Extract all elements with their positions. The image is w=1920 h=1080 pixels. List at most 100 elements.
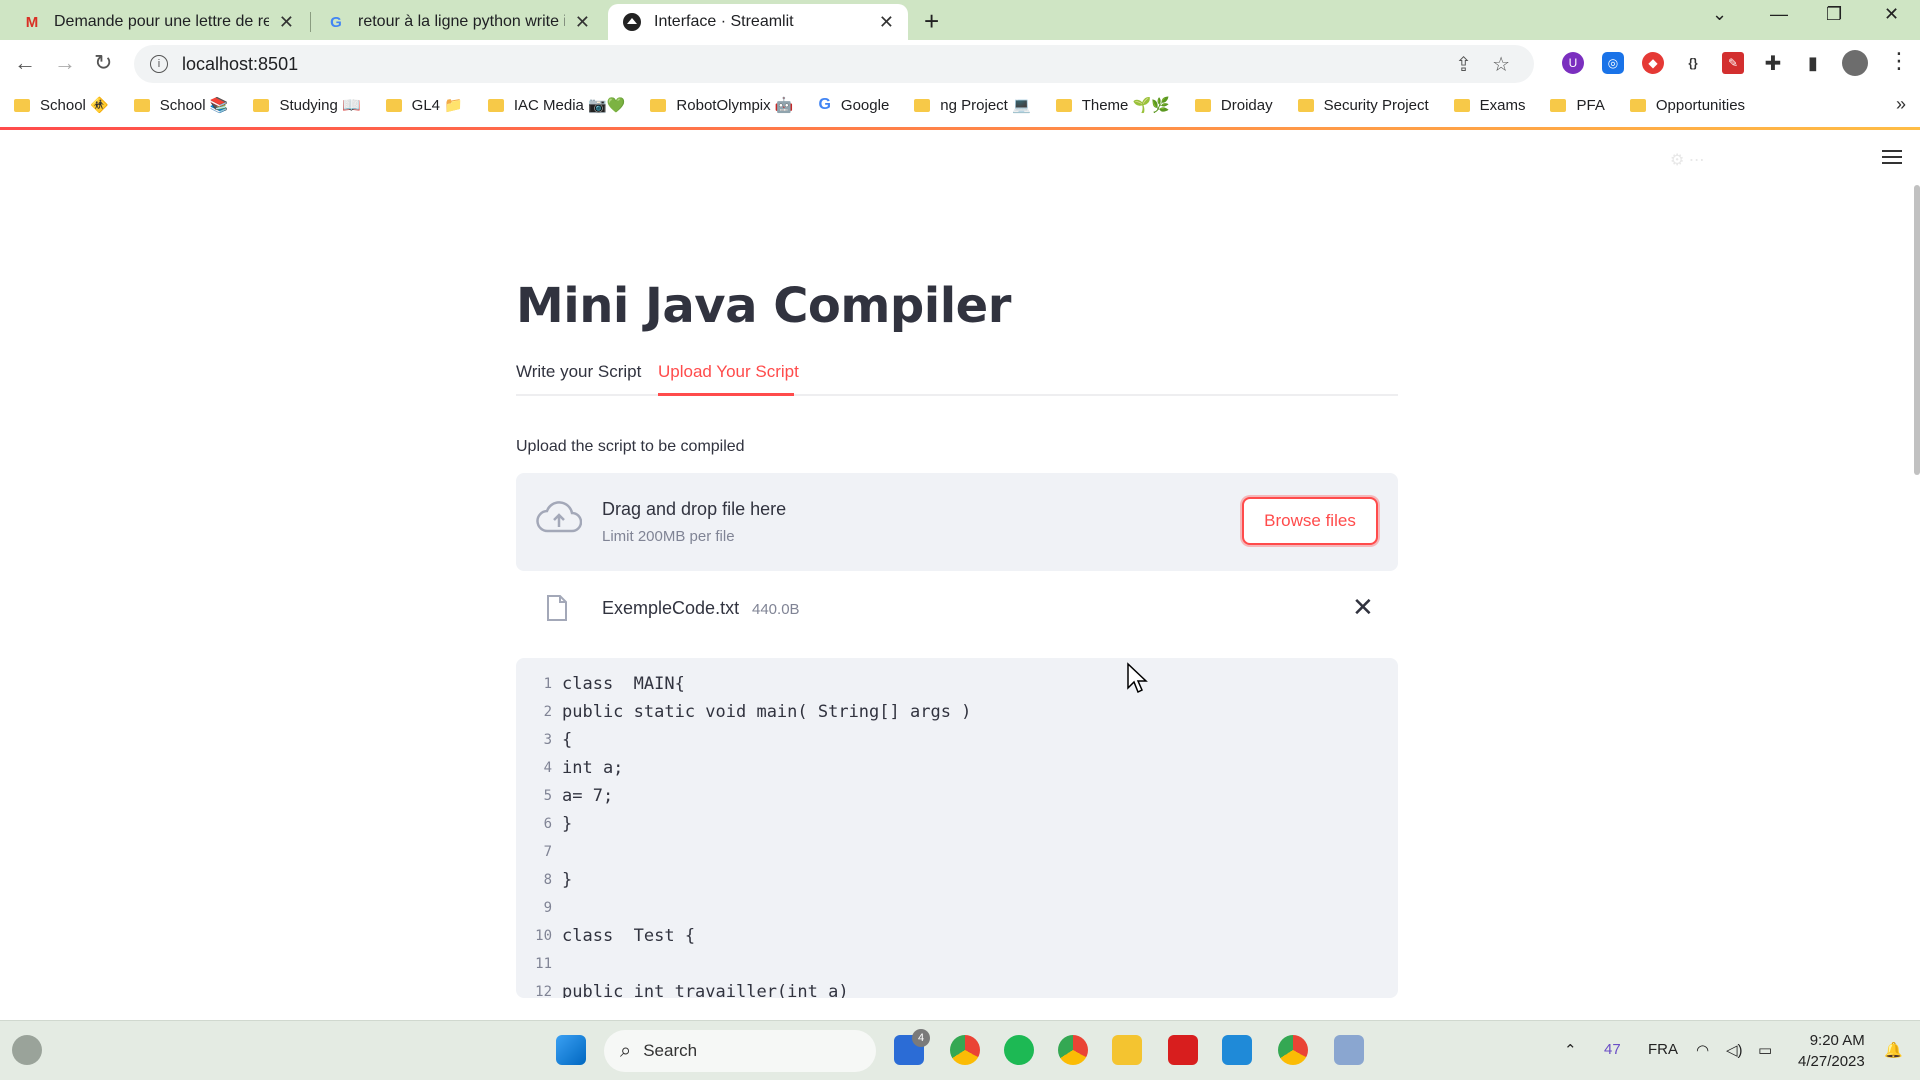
- line-number: 3: [543, 732, 552, 748]
- restore-icon[interactable]: ❐: [1826, 4, 1842, 25]
- extension-icon[interactable]: U: [1562, 52, 1584, 74]
- folder-icon: [1297, 98, 1314, 112]
- bookmark-label: GL4 📁: [411, 97, 463, 114]
- widgets-icon[interactable]: [12, 1035, 42, 1065]
- os-taskbar: ⌕ Search 4 ⌃ 47 FRA ◠ ◁) ▭ 9:20 AM 4/27/…: [0, 1020, 1920, 1080]
- folder-icon: [650, 98, 667, 112]
- extension-icon[interactable]: ◎: [1602, 52, 1624, 74]
- url-text: localhost:8501: [182, 53, 299, 74]
- address-bar[interactable]: i localhost:8501 ⇪ ☆: [134, 45, 1534, 83]
- bookmark-label: IAC Media 📷💚: [513, 97, 626, 114]
- browser-tab-strip: M Demande pour une lettre de recc ✕ G re…: [0, 0, 1920, 40]
- folder-icon: [1194, 98, 1211, 112]
- bookmark-label: Studying 📖: [279, 97, 361, 114]
- chrome-icon[interactable]: [950, 1035, 980, 1065]
- code-line: 1 class MAIN{: [516, 670, 1398, 698]
- bookmark-folder[interactable]: Security Project: [1297, 97, 1429, 114]
- bookmark-folder[interactable]: IAC Media 📷💚: [487, 96, 626, 114]
- acrobat-icon[interactable]: [1168, 1035, 1198, 1065]
- profile-avatar[interactable]: [1842, 50, 1868, 76]
- page-scrollbar[interactable]: [1914, 185, 1920, 475]
- taskbar-search[interactable]: ⌕ Search: [604, 1030, 876, 1072]
- bookmark-folder[interactable]: Studying 📖: [253, 96, 361, 114]
- bookmark-folder[interactable]: ng Project 💻: [914, 96, 1031, 114]
- bookmark-folder[interactable]: Exams: [1453, 97, 1525, 114]
- new-tab-button[interactable]: +: [924, 6, 939, 37]
- line-number: 1: [543, 676, 552, 692]
- share-icon[interactable]: ⇪: [1455, 52, 1472, 77]
- remove-file-icon[interactable]: ✕: [1352, 592, 1374, 623]
- bookmark-folder[interactable]: Theme 🌱🌿: [1055, 96, 1170, 114]
- bookmark-folder[interactable]: Droiday: [1194, 97, 1273, 114]
- snipping-tool-icon[interactable]: [1334, 1035, 1364, 1065]
- file-icon: [547, 595, 567, 621]
- code-text: class Test {: [562, 926, 696, 946]
- browser-tab-streamlit[interactable]: Interface · Streamlit ✕: [608, 4, 908, 40]
- line-number: 9: [543, 900, 552, 916]
- site-info-icon[interactable]: i: [150, 55, 168, 73]
- tab-upload-script[interactable]: Upload Your Script: [658, 362, 799, 382]
- code-line: 6}: [516, 810, 1398, 838]
- main-menu-icon[interactable]: [1882, 150, 1902, 164]
- back-icon[interactable]: ←: [14, 50, 36, 76]
- file-explorer-icon[interactable]: [1112, 1035, 1142, 1065]
- notifications-icon[interactable]: 🔔: [1884, 1041, 1903, 1059]
- browser-toolbar: ← → ↻ i localhost:8501 ⇪ ☆ U ◎ ◆ {} ✎ ✚ …: [0, 40, 1920, 88]
- weather-temperature[interactable]: 47: [1604, 1041, 1621, 1058]
- bookmark-folder[interactable]: PFA: [1550, 96, 1605, 114]
- browse-files-button[interactable]: Browse files: [1242, 497, 1378, 545]
- spotify-icon[interactable]: [1004, 1035, 1034, 1065]
- bookmarks-bar: School 🚸 School 📚 Studying 📖 GL4 📁 IAC M…: [0, 88, 1920, 122]
- forward-icon[interactable]: →: [54, 50, 76, 76]
- battery-icon[interactable]: ▭: [1758, 1041, 1772, 1059]
- close-tab-icon[interactable]: ✕: [279, 12, 294, 33]
- chrome-icon[interactable]: [1278, 1035, 1308, 1065]
- code-line: 11: [516, 950, 1398, 978]
- browser-tab-google[interactable]: G retour à la ligne python write in f ✕: [312, 4, 604, 40]
- google-icon: G: [818, 96, 831, 113]
- tab-search-icon[interactable]: ⌄: [1712, 4, 1727, 25]
- bookmark-folder[interactable]: RobotOlympix 🤖: [650, 96, 793, 114]
- code-text: }: [562, 870, 573, 890]
- tab-title: Interface · Streamlit: [654, 13, 794, 30]
- bookmark-star-icon[interactable]: ☆: [1492, 52, 1510, 77]
- bookmark-folder[interactable]: Opportunities: [1629, 97, 1745, 114]
- wifi-icon[interactable]: ◠: [1696, 1041, 1709, 1059]
- volume-icon[interactable]: ◁): [1726, 1041, 1743, 1059]
- search-icon: ⌕: [620, 1039, 632, 1062]
- google-icon: G: [330, 13, 342, 31]
- close-window-icon[interactable]: ✕: [1884, 4, 1899, 25]
- code-line: 4 int a;: [516, 754, 1398, 782]
- code-text: a= 7;: [562, 786, 614, 806]
- file-dropzone[interactable]: Drag and drop file here Limit 200MB per …: [516, 473, 1398, 571]
- show-hidden-icons[interactable]: ⌃: [1564, 1041, 1577, 1059]
- chrome-icon[interactable]: [1058, 1035, 1088, 1065]
- bookmark-link[interactable]: G Google: [818, 96, 889, 114]
- more-bookmarks-button[interactable]: »: [1896, 94, 1906, 115]
- close-tab-icon[interactable]: ✕: [879, 12, 894, 33]
- tab-write-script[interactable]: Write your Script: [516, 362, 641, 382]
- vscode-icon[interactable]: [1222, 1035, 1252, 1065]
- reload-icon[interactable]: ↻: [94, 50, 112, 76]
- extension-icon[interactable]: ◆: [1642, 52, 1664, 74]
- browser-tab-gmail[interactable]: M Demande pour une lettre de recc ✕: [8, 4, 308, 40]
- close-tab-icon[interactable]: ✕: [575, 12, 590, 33]
- extension-icon[interactable]: ✎: [1722, 52, 1744, 74]
- bookmark-label: PFA: [1576, 96, 1605, 114]
- bookmark-folder[interactable]: School 🚸: [14, 96, 109, 114]
- bookmark-folder[interactable]: School 📚: [133, 96, 228, 114]
- chrome-menu-icon[interactable]: ⋮: [1888, 48, 1910, 74]
- side-panel-icon[interactable]: ▮: [1802, 52, 1824, 74]
- file-size: 440.0B: [752, 601, 800, 618]
- bookmark-label: Theme 🌱🌿: [1081, 97, 1170, 114]
- bookmark-folder[interactable]: GL4 📁: [385, 96, 463, 114]
- line-number: 4: [543, 760, 552, 776]
- windows-start-icon[interactable]: [556, 1035, 586, 1065]
- extensions-puzzle-icon[interactable]: ✚: [1762, 52, 1784, 75]
- minimize-icon[interactable]: —: [1770, 4, 1788, 25]
- input-language[interactable]: FRA: [1648, 1041, 1678, 1058]
- dropzone-instructions: Drag and drop file here: [602, 499, 787, 519]
- bookmark-label: School 🚸: [40, 97, 109, 114]
- system-clock[interactable]: 9:20 AM 4/27/2023: [1798, 1030, 1865, 1072]
- json-extension-icon[interactable]: {}: [1682, 52, 1704, 74]
